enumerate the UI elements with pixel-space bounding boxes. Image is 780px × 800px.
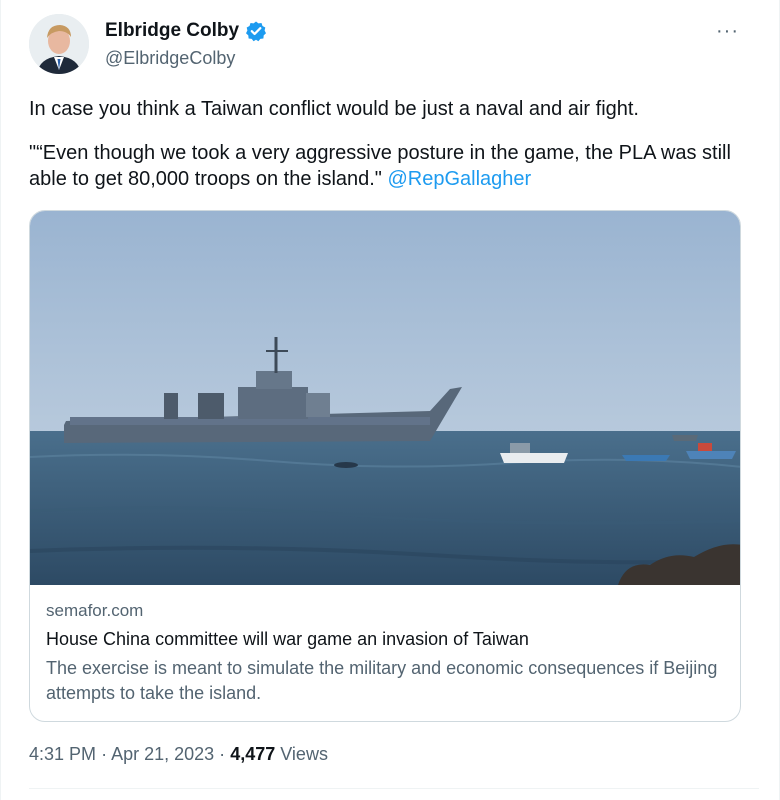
tweet-text-quote: "“Even though we took a very aggressive … (29, 140, 749, 192)
author-name[interactable]: Elbridge Colby (105, 20, 239, 42)
separator: · (101, 744, 108, 764)
tweet-footer: 4:31 PM · Apr 21, 2023 · 4,477 Views (29, 744, 328, 765)
card-description: The exercise is meant to simulate the mi… (46, 658, 718, 703)
card-domain: semafor.com (46, 601, 144, 620)
views-label: Views (280, 744, 328, 764)
divider (29, 788, 759, 789)
author-block: Elbridge Colby @ElbridgeColby (105, 20, 267, 69)
tweet-header: Elbridge Colby @ElbridgeColby ··· (29, 14, 759, 78)
tweet: Elbridge Colby @ElbridgeColby ··· In cas… (0, 0, 780, 800)
card-title[interactable]: House China committee will war game an i… (46, 629, 724, 650)
author-handle[interactable]: @ElbridgeColby (105, 48, 267, 69)
tweet-text-line: In case you think a Taiwan conflict woul… (29, 98, 639, 120)
views-count: 4,477 (230, 744, 276, 764)
tweet-date[interactable]: Apr 21, 2023 (111, 744, 214, 764)
mention-link[interactable]: @RepGallagher (387, 168, 531, 190)
separator: · (219, 744, 226, 764)
avatar-image (29, 14, 89, 74)
tweet-text: In case you think a Taiwan conflict woul… (29, 96, 749, 192)
verified-badge-icon (245, 20, 267, 42)
tweet-time[interactable]: 4:31 PM (29, 744, 96, 764)
card-image[interactable] (30, 211, 741, 585)
more-options-icon[interactable]: ··· (716, 20, 739, 43)
avatar[interactable] (29, 14, 89, 74)
link-card[interactable]: semafor.com House China committee will w… (29, 210, 741, 722)
card-meta: semafor.com House China committee will w… (46, 601, 724, 706)
tweet-quote-text: "“Even though we took a very aggressive … (29, 142, 731, 190)
